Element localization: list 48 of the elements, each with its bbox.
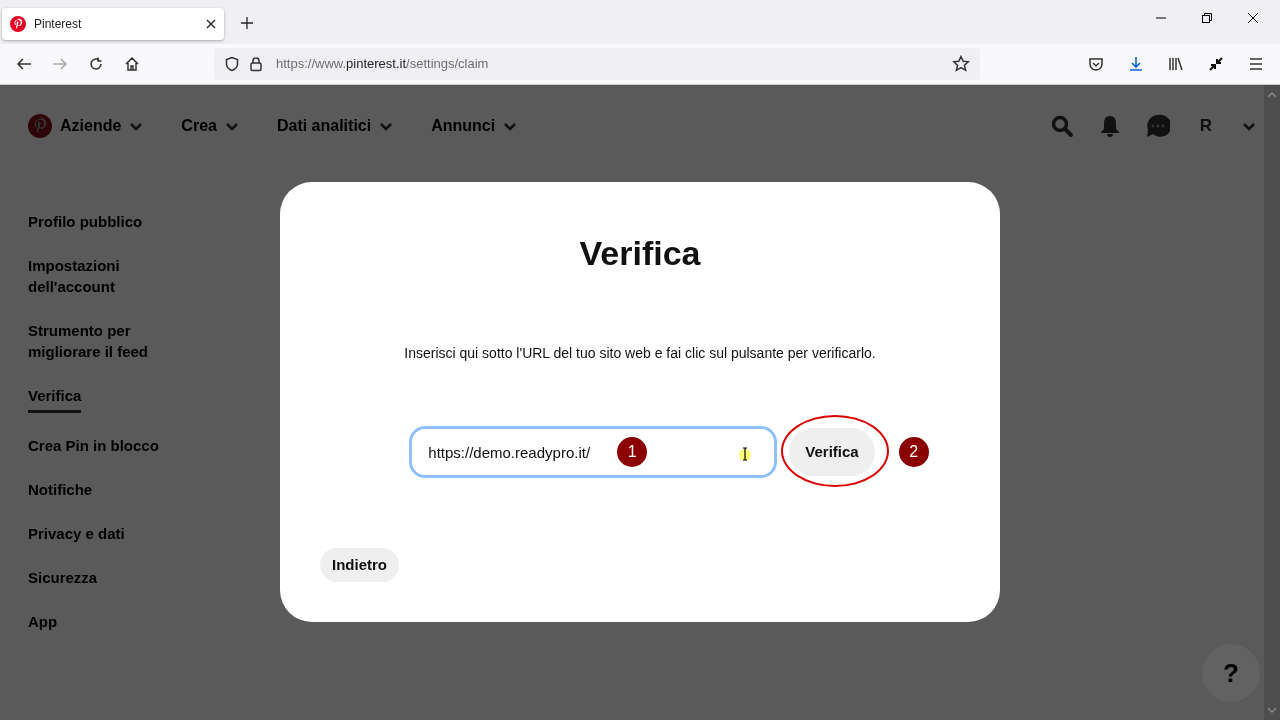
caret-icon: [224, 120, 239, 132]
sidebar-item[interactable]: Verifica: [28, 385, 82, 413]
download-icon[interactable]: [1128, 56, 1144, 72]
back-icon[interactable]: [16, 56, 32, 72]
home-icon[interactable]: [124, 56, 140, 72]
dialog-title: Verifica: [578, 233, 702, 274]
help-button[interactable]: ?: [1202, 644, 1260, 702]
pinterest-logo-icon: [10, 16, 26, 32]
lock-icon[interactable]: [248, 56, 264, 72]
pinterest-logo-icon[interactable]: [28, 114, 52, 138]
shield-icon[interactable]: [224, 56, 240, 72]
caret-icon: [129, 120, 144, 132]
sidebar-item[interactable]: Profilo pubblico: [28, 211, 178, 233]
sidebar-item[interactable]: App: [28, 611, 178, 633]
library-icon[interactable]: [1168, 56, 1184, 72]
close-icon[interactable]: [206, 19, 216, 29]
number-marker: 2: [898, 437, 929, 467]
bell-icon[interactable]: [1098, 114, 1122, 138]
caret-icon: [379, 120, 394, 132]
sidebar-item[interactable]: Sicurezza: [28, 567, 178, 589]
restore-icon[interactable]: [1201, 12, 1213, 24]
star-icon[interactable]: [952, 55, 970, 73]
nav-menu[interactable]: Dati analitici: [276, 114, 394, 138]
text-cursor-icon: [739, 446, 754, 462]
verify-button[interactable]: Verifica: [789, 428, 875, 476]
back-button[interactable]: Indietro: [320, 548, 399, 582]
close-icon[interactable]: [1247, 12, 1259, 24]
sidebar-item[interactable]: Strumento per migliorare il feed: [28, 320, 178, 363]
chat-bubble-icon[interactable]: [1146, 114, 1170, 138]
dialog-description: Inserisci qui sotto l'URL del tuo sito web e fai clic sul pulsante per verificarlo.: [403, 344, 877, 363]
collapse-arrows-icon[interactable]: [1208, 56, 1224, 72]
nav-menu[interactable]: Annunci: [431, 114, 518, 138]
menu-icon[interactable]: [1248, 56, 1264, 72]
sidebar-item[interactable]: Privacy e dati: [28, 523, 178, 545]
sidebar-item[interactable]: Impostazioni dell'account: [28, 255, 178, 298]
new-tab-icon[interactable]: [240, 16, 254, 30]
nav-menu[interactable]: Crea: [181, 114, 239, 138]
sidebar-item[interactable]: Crea Pin in blocco: [28, 435, 178, 457]
tab-title: Pinterest: [34, 16, 83, 33]
pocket-icon[interactable]: [1088, 56, 1104, 72]
caret-icon: [503, 120, 518, 132]
search-icon[interactable]: [1050, 114, 1074, 138]
caret-icon[interactable]: [1242, 120, 1256, 132]
avatar[interactable]: R: [1194, 113, 1218, 139]
browser-tab[interactable]: Pinterest: [2, 8, 224, 40]
reload-icon[interactable]: [88, 56, 104, 72]
brand-menu[interactable]: Aziende: [60, 114, 144, 138]
sidebar-item[interactable]: Notifiche: [28, 479, 178, 501]
